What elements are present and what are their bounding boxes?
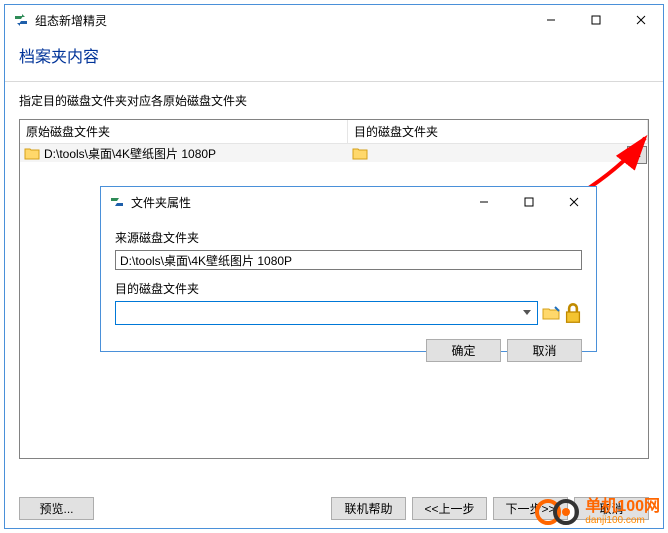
source-label: 来源磁盘文件夹 bbox=[115, 229, 582, 246]
chevron-down-icon bbox=[519, 302, 535, 324]
dialog-title: 文件夹属性 bbox=[131, 194, 461, 211]
table-row[interactable]: D:\tools\桌面\4K壁纸图片 1080P ... bbox=[20, 144, 648, 162]
column-header-source[interactable]: 原始磁盘文件夹 bbox=[20, 120, 348, 143]
dialog-titlebar: 文件夹属性 bbox=[101, 187, 596, 217]
column-headers: 原始磁盘文件夹 目的磁盘文件夹 bbox=[20, 120, 648, 144]
window-title: 组态新增精灵 bbox=[35, 12, 528, 29]
folder-icon bbox=[352, 146, 368, 160]
next-button[interactable]: 下一步>> bbox=[493, 497, 568, 520]
dialog-close-button[interactable] bbox=[551, 187, 596, 217]
app-icon bbox=[13, 12, 29, 28]
maximize-button[interactable] bbox=[573, 5, 618, 35]
column-header-dest[interactable]: 目的磁盘文件夹 bbox=[348, 120, 648, 143]
source-cell: D:\tools\桌面\4K壁纸图片 1080P bbox=[20, 145, 348, 162]
app-icon bbox=[109, 194, 125, 210]
dest-cell: ... bbox=[348, 146, 648, 160]
close-button[interactable] bbox=[618, 5, 663, 35]
help-button[interactable]: 联机帮助 bbox=[331, 497, 406, 520]
source-field[interactable]: D:\tools\桌面\4K壁纸图片 1080P bbox=[115, 250, 582, 270]
browse-dest-button[interactable]: ... bbox=[627, 146, 647, 164]
preview-button[interactable]: 预览... bbox=[19, 497, 94, 520]
folder-properties-dialog: 文件夹属性 来源磁盘文件夹 D:\tools\桌面\4K壁纸图片 1080P 目… bbox=[100, 186, 597, 352]
minimize-button[interactable] bbox=[528, 5, 573, 35]
bottom-bar: 预览... 联机帮助 <<上一步 下一步>> 取消 bbox=[5, 489, 663, 528]
titlebar: 组态新增精灵 bbox=[5, 5, 663, 35]
header-band: 档案夹内容 bbox=[5, 35, 663, 82]
window-controls bbox=[528, 5, 663, 35]
cancel-button[interactable]: 取消 bbox=[574, 497, 649, 520]
dest-label: 目的磁盘文件夹 bbox=[115, 280, 582, 297]
dialog-maximize-button[interactable] bbox=[506, 187, 551, 217]
back-button[interactable]: <<上一步 bbox=[412, 497, 487, 520]
page-title: 档案夹内容 bbox=[19, 43, 649, 67]
lock-icon[interactable] bbox=[564, 304, 582, 322]
folder-icon bbox=[24, 146, 40, 160]
dialog-cancel-button[interactable]: 取消 bbox=[507, 339, 582, 362]
browse-folder-button[interactable] bbox=[542, 304, 560, 322]
dialog-window-controls bbox=[461, 187, 596, 217]
dialog-minimize-button[interactable] bbox=[461, 187, 506, 217]
dialog-body: 来源磁盘文件夹 D:\tools\桌面\4K壁纸图片 1080P 目的磁盘文件夹 bbox=[101, 217, 596, 333]
dialog-buttons: 确定 取消 bbox=[101, 333, 596, 372]
source-path: D:\tools\桌面\4K壁纸图片 1080P bbox=[44, 145, 216, 162]
page-subtitle: 指定目的磁盘文件夹对应各原始磁盘文件夹 bbox=[5, 82, 663, 115]
dest-combo[interactable] bbox=[115, 301, 538, 325]
ok-button[interactable]: 确定 bbox=[426, 339, 501, 362]
